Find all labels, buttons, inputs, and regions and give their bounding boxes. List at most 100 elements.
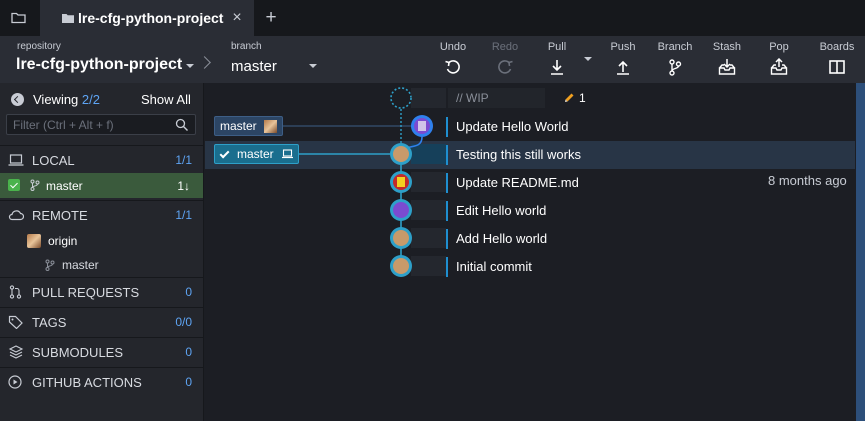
stash-icon xyxy=(718,59,736,75)
redo-label: Redo xyxy=(491,41,519,53)
stash-label: Stash xyxy=(712,41,742,53)
boards-button[interactable]: Boards xyxy=(814,36,860,83)
section-remote-count: 1/1 xyxy=(175,208,192,222)
avatar xyxy=(393,146,409,162)
branch-button[interactable]: Branch xyxy=(652,36,698,83)
commit-row-marker xyxy=(446,145,448,165)
undo-icon xyxy=(445,60,460,74)
commit-message: Edit Hello world xyxy=(456,203,547,218)
commit-message: Add Hello world xyxy=(456,231,548,246)
pull-label: Pull xyxy=(547,41,567,53)
left-panel: Viewing 2/2 Show All Filter (Ctrl + Alt … xyxy=(0,83,204,421)
graph-lane-bg xyxy=(411,88,446,108)
section-pull-requests[interactable]: PULL REQUESTS 0 xyxy=(0,277,203,305)
branch-name: master xyxy=(231,58,277,75)
chevron-down-icon xyxy=(309,64,317,68)
stash-button[interactable]: Stash xyxy=(706,36,748,83)
commit-row-marker xyxy=(446,173,448,193)
boards-label: Boards xyxy=(819,41,855,53)
section-submodules[interactable]: SUBMODULES 0 xyxy=(0,337,203,365)
section-pull-requests-label: PULL REQUESTS xyxy=(32,285,140,300)
wip-change-count: 1 xyxy=(579,91,586,105)
branch-icon xyxy=(669,59,682,76)
local-ref-label: master xyxy=(237,147,274,161)
local-branch-ref[interactable]: master xyxy=(214,144,299,164)
toolbar: repository lre-cfg-python-project branch… xyxy=(0,36,865,83)
scrollbar[interactable] xyxy=(856,83,865,421)
commit-message[interactable]: Testing this still works xyxy=(456,147,581,162)
repository-name: lre-cfg-python-project xyxy=(16,56,183,73)
commit-row-marker xyxy=(446,117,448,137)
open-repo-folder-icon[interactable] xyxy=(0,0,36,36)
section-tags-count: 0/0 xyxy=(175,315,192,329)
viewing-count: 2/2 xyxy=(81,92,100,107)
push-button[interactable]: Push xyxy=(604,36,642,83)
section-pull-requests-count: 0 xyxy=(185,285,192,299)
boards-icon xyxy=(829,60,845,74)
laptop-icon xyxy=(282,149,293,159)
section-remote-label: REMOTE xyxy=(32,208,88,223)
show-all-link[interactable]: Show All xyxy=(141,92,191,107)
remote-origin[interactable]: origin xyxy=(0,229,203,253)
viewing-row: Viewing 2/2 Show All xyxy=(0,83,203,115)
tab-close-icon[interactable]: × xyxy=(229,8,245,28)
commit-row-marker xyxy=(446,229,448,249)
filter-placeholder: Filter (Ctrl + Alt + f) xyxy=(13,118,114,132)
viewing-label: Viewing xyxy=(33,92,79,107)
chevron-down-icon xyxy=(186,64,194,68)
pull-button[interactable]: Pull xyxy=(538,36,576,83)
push-label: Push xyxy=(610,41,636,53)
commit-time: 8 months ago xyxy=(768,173,847,188)
laptop-icon xyxy=(8,154,24,166)
branch-button-label: Branch xyxy=(657,41,693,53)
section-tags[interactable]: TAGS 0/0 xyxy=(0,307,203,335)
tag-icon xyxy=(8,315,23,329)
commit-message: Update README.md xyxy=(456,175,579,190)
redo-icon xyxy=(498,60,513,74)
remote-branch-name: master xyxy=(62,258,99,272)
commit-row-marker xyxy=(446,201,448,221)
branch-icon xyxy=(30,179,40,191)
tab-repository[interactable]: lre-cfg-python-project xyxy=(40,0,254,36)
commit-row-marker xyxy=(446,257,448,277)
pop-label: Pop xyxy=(769,41,789,53)
pull-options-chevron-icon[interactable] xyxy=(584,57,592,61)
remote-branch-master[interactable]: master xyxy=(0,253,203,277)
avatar xyxy=(27,234,41,248)
undo-label: Undo xyxy=(439,41,467,53)
pop-button[interactable]: Pop xyxy=(760,36,798,83)
local-branch-master[interactable]: master 1↓ xyxy=(0,173,203,198)
section-local-count: 1/1 xyxy=(175,153,192,167)
commit-message: Initial commit xyxy=(456,259,532,274)
branch-selector[interactable]: branch master xyxy=(224,36,322,83)
redo-button[interactable]: Redo xyxy=(484,36,526,83)
tab-bar: lre-cfg-python-project × + xyxy=(0,0,865,36)
section-remote[interactable]: REMOTE 1/1 xyxy=(0,200,203,228)
chevron-right-icon xyxy=(198,56,211,69)
pull-request-icon xyxy=(9,285,22,299)
play-circle-icon xyxy=(8,375,22,389)
wip-placeholder: // WIP xyxy=(456,91,489,105)
folder-icon xyxy=(62,14,74,23)
pencil-icon xyxy=(565,93,574,102)
local-branch-name: master xyxy=(46,179,83,193)
filter-input[interactable]: Filter (Ctrl + Alt + f) xyxy=(6,114,196,135)
local-branch-status: 1↓ xyxy=(177,179,190,193)
section-local[interactable]: LOCAL 1/1 xyxy=(0,145,203,173)
push-icon xyxy=(617,60,629,75)
section-submodules-label: SUBMODULES xyxy=(32,345,124,360)
submodules-icon xyxy=(8,345,24,359)
remote-origin-name: origin xyxy=(48,234,78,248)
repository-label: repository xyxy=(17,41,61,52)
section-github-actions[interactable]: GITHUB ACTIONS 0 xyxy=(0,367,203,395)
viewing-label-wrap: Viewing 2/2 xyxy=(33,92,100,107)
undo-button[interactable]: Undo xyxy=(432,36,474,83)
section-submodules-count: 0 xyxy=(185,345,192,359)
branch-label: branch xyxy=(231,41,262,52)
section-local-label: LOCAL xyxy=(32,153,75,168)
search-icon xyxy=(175,118,188,131)
collapse-panel-icon[interactable] xyxy=(11,93,24,106)
new-tab-button[interactable]: + xyxy=(262,7,280,29)
commit-message: Update Hello World xyxy=(456,119,569,134)
repository-selector[interactable]: repository lre-cfg-python-project xyxy=(0,36,198,83)
